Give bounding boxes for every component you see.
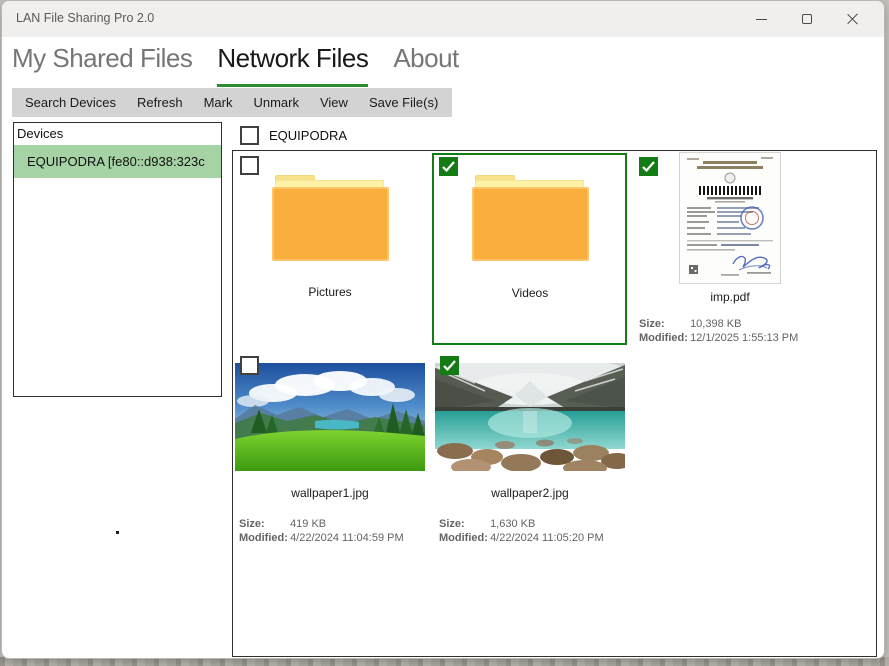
videos-checkbox[interactable] xyxy=(439,157,458,176)
title-bar[interactable]: LAN File Sharing Pro 2.0 xyxy=(2,1,884,37)
pictures-label: Pictures xyxy=(235,285,425,299)
wallpaper1-modified-row: Modified: 4/22/2024 11:04:59 PM xyxy=(239,532,404,544)
maximize-button[interactable] xyxy=(784,1,830,37)
maximize-icon xyxy=(802,14,812,24)
modified-value: 4/22/2024 11:04:59 PM xyxy=(290,532,404,544)
tab-my-shared-files[interactable]: My Shared Files xyxy=(12,43,192,87)
size-value: 1,630 KB xyxy=(490,518,535,530)
close-icon xyxy=(847,13,859,25)
pdf-thumbnail[interactable] xyxy=(679,152,781,284)
check-icon xyxy=(442,161,455,172)
size-value: 10,398 KB xyxy=(690,318,741,330)
modified-value: 12/1/2025 1:55:13 PM xyxy=(690,332,798,344)
unmark-button[interactable]: Unmark xyxy=(253,95,299,110)
wallpaper1-checkbox[interactable] xyxy=(240,356,259,375)
stray-dot xyxy=(116,531,119,534)
size-label: Size: xyxy=(639,318,687,330)
folder-body xyxy=(472,187,589,261)
device-select-all-checkbox[interactable] xyxy=(240,126,259,145)
app-window: LAN File Sharing Pro 2.0 My Shared Files… xyxy=(1,0,885,659)
window-title: LAN File Sharing Pro 2.0 xyxy=(16,11,154,25)
wallpaper2-modified-row: Modified: 4/22/2024 11:05:20 PM xyxy=(439,532,604,544)
view-button[interactable]: View xyxy=(320,95,348,110)
folder-body xyxy=(272,187,389,261)
wallpaper2-size-row: Size: 1,630 KB xyxy=(439,518,535,530)
wallpaper1-size-row: Size: 419 KB xyxy=(239,518,326,530)
save-files-button[interactable]: Save File(s) xyxy=(369,95,438,110)
refresh-button[interactable]: Refresh xyxy=(137,95,183,110)
search-devices-button[interactable]: Search Devices xyxy=(25,95,116,110)
size-label: Size: xyxy=(439,518,487,530)
videos-label: Videos xyxy=(435,286,625,300)
wallpaper2-checkbox[interactable] xyxy=(440,356,459,375)
folder-icon[interactable] xyxy=(472,175,589,261)
wallpaper2-thumbnail[interactable] xyxy=(435,363,625,471)
tab-network-files[interactable]: Network Files xyxy=(217,43,368,87)
close-button[interactable] xyxy=(830,1,876,37)
folder-icon[interactable] xyxy=(272,175,389,261)
wallpaper2-label: wallpaper2.jpg xyxy=(435,486,625,500)
check-icon xyxy=(642,161,655,172)
size-label: Size: xyxy=(239,518,287,530)
toolbar: Search Devices Refresh Mark Unmark View … xyxy=(12,88,452,117)
wallpaper1-label: wallpaper1.jpg xyxy=(235,486,425,500)
devices-panel: Devices EQUIPODRA [fe80::d938:323c xyxy=(13,122,222,397)
tab-bar: My Shared Files Network Files About xyxy=(2,37,884,87)
pictures-checkbox[interactable] xyxy=(240,156,259,175)
modified-label: Modified: xyxy=(639,332,687,344)
minimize-icon xyxy=(756,19,767,20)
pdf-size-row: Size: 10,398 KB xyxy=(639,318,741,330)
device-item-equipodra[interactable]: EQUIPODRA [fe80::d938:323c xyxy=(14,145,221,178)
modified-value: 4/22/2024 11:05:20 PM xyxy=(490,532,604,544)
size-value: 419 KB xyxy=(290,518,326,530)
tab-about[interactable]: About xyxy=(393,43,458,87)
minimize-button[interactable] xyxy=(738,1,784,37)
pdf-modified-row: Modified: 12/1/2025 1:55:13 PM xyxy=(639,332,798,344)
modified-label: Modified: xyxy=(439,532,487,544)
modified-label: Modified: xyxy=(239,532,287,544)
devices-panel-header: Devices xyxy=(14,123,221,143)
mark-button[interactable]: Mark xyxy=(204,95,233,110)
device-header-label: EQUIPODRA xyxy=(269,128,347,143)
window-controls xyxy=(738,1,876,37)
pdf-label: imp.pdf xyxy=(650,290,810,304)
wallpaper1-thumbnail[interactable] xyxy=(235,363,425,471)
network-files-panel: Pictures Videos xyxy=(232,150,877,657)
check-icon xyxy=(443,360,456,371)
pdf-checkbox[interactable] xyxy=(639,157,658,176)
